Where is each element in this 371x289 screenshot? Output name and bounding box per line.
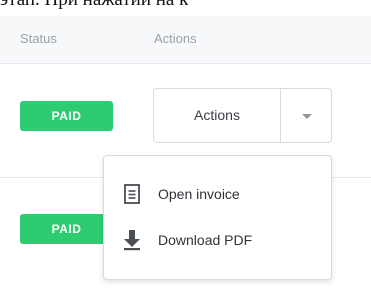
actions-split-button: Actions [153, 88, 332, 143]
actions-dropdown-menu: Open invoice Download PDF [103, 155, 332, 280]
menu-item-label: Open invoice [158, 186, 240, 202]
status-badge: PAID [20, 101, 113, 131]
column-header-actions: Actions [154, 31, 197, 46]
document-icon [121, 183, 143, 205]
actions-dropdown-toggle[interactable] [281, 89, 331, 142]
background-text-fragment: этап. При нажатии на к [0, 0, 371, 10]
menu-item-label: Download PDF [158, 232, 253, 248]
column-header-status: Status [20, 31, 57, 46]
menu-item-open-invoice[interactable]: Open invoice [104, 180, 331, 208]
menu-item-download-pdf[interactable]: Download PDF [104, 226, 331, 254]
actions-button[interactable]: Actions [154, 89, 280, 142]
status-badge: PAID [20, 214, 113, 244]
table-header: Status Actions [0, 16, 371, 64]
download-icon [121, 229, 143, 251]
caret-down-icon [302, 114, 312, 119]
